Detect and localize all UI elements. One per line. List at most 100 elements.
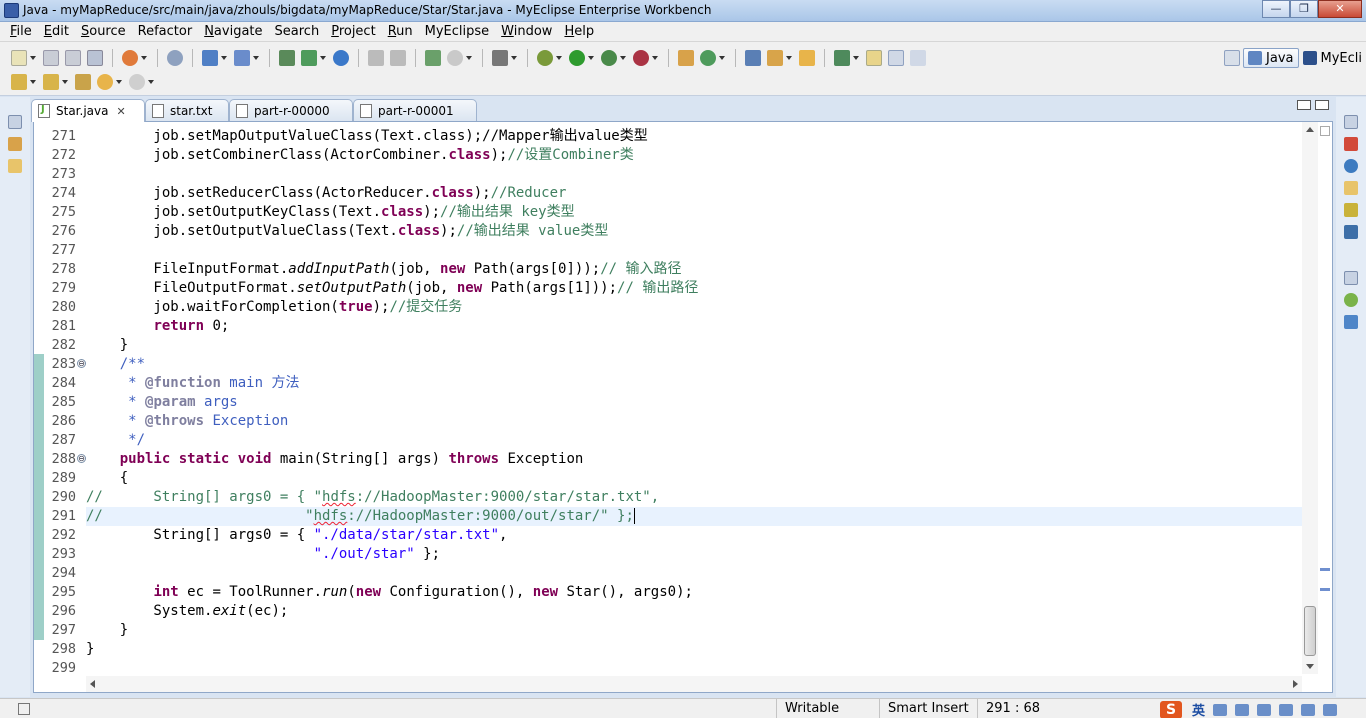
code-line[interactable]: return 0;: [86, 317, 1302, 336]
code-line[interactable]: job.setOutputValueClass(Text.class);//输出…: [86, 222, 1302, 241]
sogou-ime-icon[interactable]: S: [1160, 700, 1182, 718]
deploy-dropdown-icon[interactable]: [221, 56, 227, 60]
camera-icon[interactable]: [492, 50, 508, 66]
ime-skin-icon[interactable]: [1301, 703, 1316, 716]
mark-occurrences-icon[interactable]: [834, 50, 850, 66]
edit-dropdown-icon[interactable]: [786, 56, 792, 60]
code-line[interactable]: job.setOutputKeyClass(Text.class);//输出结果…: [86, 203, 1302, 222]
menu-file[interactable]: File: [4, 22, 38, 41]
restore-icon[interactable]: [8, 115, 22, 129]
code-line[interactable]: * @function main 方法: [86, 374, 1302, 393]
code-line[interactable]: // "hdfs://HadoopMaster:9000/out/star/" …: [86, 507, 1302, 526]
new-web-project-icon[interactable]: [122, 50, 138, 66]
block-selection-icon[interactable]: [888, 50, 904, 66]
outline-icon[interactable]: [1344, 293, 1358, 307]
menu-help[interactable]: Help: [558, 22, 600, 41]
declaration-icon[interactable]: [1344, 181, 1358, 195]
horizontal-scrollbar[interactable]: [86, 676, 1302, 692]
hierarchy-icon[interactable]: [8, 159, 22, 173]
close-window-button[interactable]: ✕: [1318, 0, 1362, 18]
scroll-left-icon[interactable]: [90, 680, 95, 688]
code-line[interactable]: // String[] args0 = { "hdfs://HadoopMast…: [86, 488, 1302, 507]
previous-annotation-dropdown-icon[interactable]: [62, 80, 68, 84]
restore-icon[interactable]: [1344, 271, 1358, 285]
code-line[interactable]: String[] args0 = { "./data/star/star.txt…: [86, 526, 1302, 545]
menu-project[interactable]: Project: [325, 22, 382, 41]
fold-toggle-icon[interactable]: ⊖: [77, 454, 86, 463]
code-line[interactable]: int ec = ToolRunner.run(new Configuratio…: [86, 583, 1302, 602]
server-icon[interactable]: [234, 50, 250, 66]
ime-emoji-icon[interactable]: [1235, 703, 1250, 716]
run-tool-dropdown-icon[interactable]: [620, 56, 626, 60]
close-tab-icon[interactable]: ✕: [116, 105, 125, 118]
java-editor[interactable]: 271 272 273 274 275 276 277 278 279 280 281 282 283 ⊖…: [33, 121, 1333, 693]
save-icon[interactable]: [43, 50, 59, 66]
overview-mark[interactable]: [1320, 588, 1330, 591]
next-annotation-dropdown-icon[interactable]: [30, 80, 36, 84]
javadoc-icon[interactable]: [1344, 159, 1358, 173]
ime-punctuation-icon[interactable]: [1213, 703, 1228, 716]
search-icon[interactable]: [447, 50, 463, 66]
forward-dropdown-icon[interactable]: [148, 80, 154, 84]
external-tools-dropdown-icon[interactable]: [652, 56, 658, 60]
maximize-button[interactable]: ❐: [1290, 0, 1318, 18]
code-line[interactable]: */: [86, 431, 1302, 450]
ime-tools-icon[interactable]: [1323, 703, 1338, 716]
highlight-pen-icon[interactable]: [866, 50, 882, 66]
editor-tab[interactable]: star.txt: [145, 99, 229, 121]
code-line[interactable]: "./out/star" };: [86, 545, 1302, 564]
last-edit-location-icon[interactable]: [75, 74, 91, 90]
code-line[interactable]: }: [86, 621, 1302, 640]
build-icon[interactable]: [368, 50, 384, 66]
new-java-project-icon[interactable]: [678, 50, 694, 66]
open-task-icon[interactable]: [745, 50, 761, 66]
menu-edit[interactable]: Edit: [38, 22, 75, 41]
fold-toggle-icon[interactable]: ⊖: [77, 359, 86, 368]
servers-icon[interactable]: [1344, 203, 1358, 217]
show-whitespace-icon[interactable]: [910, 50, 926, 66]
myeclipse-perspective-button[interactable]: MyEcli: [1299, 48, 1366, 68]
code-line[interactable]: [86, 241, 1302, 260]
print-icon[interactable]: [87, 50, 103, 66]
mark-occurrences-dropdown-icon[interactable]: [853, 56, 859, 60]
back-dropdown-icon[interactable]: [116, 80, 122, 84]
code-text-area[interactable]: job.setMapOutputValueClass(Text.class);/…: [86, 122, 1302, 692]
menu-navigate[interactable]: Navigate: [198, 22, 268, 41]
code-line[interactable]: job.setMapOutputValueClass(Text.class);/…: [86, 127, 1302, 146]
new-icon[interactable]: [11, 50, 27, 66]
code-line[interactable]: job.setCombinerClass(ActorCombiner.class…: [86, 146, 1302, 165]
code-line[interactable]: }: [86, 336, 1302, 355]
problems-icon[interactable]: [1344, 137, 1358, 151]
back-icon[interactable]: [97, 74, 113, 90]
package-explorer-icon[interactable]: [8, 137, 22, 151]
edit-icon[interactable]: [767, 50, 783, 66]
camera-dropdown-icon[interactable]: [511, 56, 517, 60]
external-tools-icon[interactable]: [633, 50, 649, 66]
new-package-icon[interactable]: [700, 50, 716, 66]
editor-tab[interactable]: part-r-00001: [353, 99, 477, 121]
forward-icon[interactable]: [129, 74, 145, 90]
save-all-icon[interactable]: [65, 50, 81, 66]
java-perspective-button[interactable]: Java: [1243, 48, 1299, 68]
overview-ruler[interactable]: [1318, 122, 1332, 674]
menu-window[interactable]: Window: [495, 22, 558, 41]
code-line[interactable]: FileOutputFormat.setOutputPath(job, new …: [86, 279, 1302, 298]
code-line[interactable]: job.waitForCompletion(true);//提交任务: [86, 298, 1302, 317]
overview-mark[interactable]: [1320, 568, 1330, 571]
code-line[interactable]: * @throws Exception: [86, 412, 1302, 431]
code-line[interactable]: FileInputFormat.addInputPath(job, new Pa…: [86, 260, 1302, 279]
code-line[interactable]: public static void main(String[] args) t…: [86, 450, 1302, 469]
ime-language-toggle[interactable]: 英: [1192, 700, 1205, 718]
minimize-button[interactable]: —: [1262, 0, 1290, 18]
code-line[interactable]: System.exit(ec);: [86, 602, 1302, 621]
open-folder-icon[interactable]: [799, 50, 815, 66]
team-sync-icon[interactable]: [279, 50, 295, 66]
clean-icon[interactable]: [390, 50, 406, 66]
new-dropdown-icon[interactable]: [30, 56, 36, 60]
scroll-up-icon[interactable]: [1306, 127, 1314, 132]
menu-run[interactable]: Run: [382, 22, 419, 41]
run-dropdown-icon[interactable]: [588, 56, 594, 60]
menu-refactor[interactable]: Refactor: [132, 22, 199, 41]
code-line[interactable]: [86, 165, 1302, 184]
open-perspective-icon[interactable]: [1224, 50, 1241, 66]
